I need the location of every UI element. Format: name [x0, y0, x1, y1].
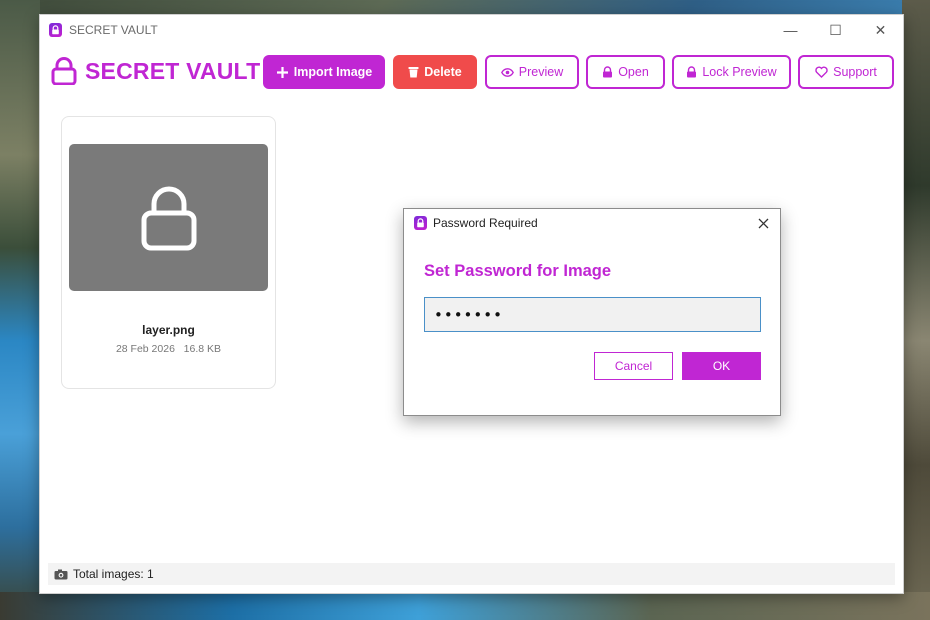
preview-label: Preview — [518, 65, 564, 79]
preview-button[interactable]: Preview — [485, 55, 579, 89]
desktop-wallpaper-right — [902, 0, 930, 620]
desktop-wallpaper-bottom — [0, 592, 930, 620]
support-button[interactable]: Support — [798, 55, 894, 89]
title-bar[interactable]: SECRET VAULT — ☐ ✕ — [40, 15, 903, 45]
heart-icon — [815, 66, 828, 78]
app-lock-icon — [49, 23, 62, 37]
minimize-button[interactable]: — — [768, 15, 813, 45]
file-name: layer.png — [142, 323, 195, 337]
password-field[interactable]: ••••••• — [424, 297, 761, 332]
close-icon — [758, 218, 768, 228]
status-bar: Total images: 1 — [48, 563, 895, 585]
desktop-wallpaper-left — [0, 0, 40, 620]
lock-icon — [51, 57, 77, 85]
dialog-heading: Set Password for Image — [424, 262, 612, 280]
password-dialog: Password Required Set Password for Image… — [403, 208, 781, 416]
open-label: Open — [618, 65, 649, 79]
import-image-label: Import Image — [293, 65, 373, 79]
brand-title: SECRET VAULT — [85, 57, 261, 84]
support-label: Support — [833, 65, 877, 79]
lock-icon — [687, 66, 697, 78]
close-button[interactable]: ✕ — [858, 15, 903, 45]
dialog-title-bar[interactable]: Password Required — [404, 209, 780, 237]
import-image-button[interactable]: Import Image — [263, 55, 385, 89]
status-text: Total images: 1 — [73, 567, 154, 581]
dialog-close-button[interactable] — [752, 213, 774, 233]
open-button[interactable]: Open — [586, 55, 665, 89]
locked-thumbnail — [69, 144, 268, 291]
cancel-button[interactable]: Cancel — [594, 352, 673, 380]
plus-icon — [276, 66, 288, 78]
window-title: SECRET VAULT — [69, 23, 158, 37]
trash-icon — [408, 67, 419, 78]
dialog-title: Password Required — [433, 216, 538, 230]
lock-preview-label: Lock Preview — [702, 65, 777, 79]
delete-label: Delete — [424, 65, 462, 79]
image-card[interactable]: layer.png 28 Feb 2026 16.8 KB — [61, 116, 276, 389]
file-size: 16.8 KB — [183, 343, 222, 355]
lock-icon — [141, 186, 196, 250]
brand: SECRET VAULT — [51, 57, 260, 85]
toolbar: SECRET VAULT Import Image Delete Preview… — [40, 53, 903, 93]
lock-icon — [603, 66, 613, 78]
delete-button[interactable]: Delete — [393, 55, 477, 89]
lock-preview-button[interactable]: Lock Preview — [672, 55, 791, 89]
ok-button[interactable]: OK — [682, 352, 761, 380]
eye-icon — [500, 67, 514, 77]
camera-icon — [54, 569, 68, 579]
file-meta: 28 Feb 2026 16.8 KB — [62, 343, 275, 355]
file-date: 28 Feb 2026 — [115, 343, 175, 355]
app-lock-icon — [414, 216, 427, 230]
maximize-button[interactable]: ☐ — [813, 15, 858, 45]
